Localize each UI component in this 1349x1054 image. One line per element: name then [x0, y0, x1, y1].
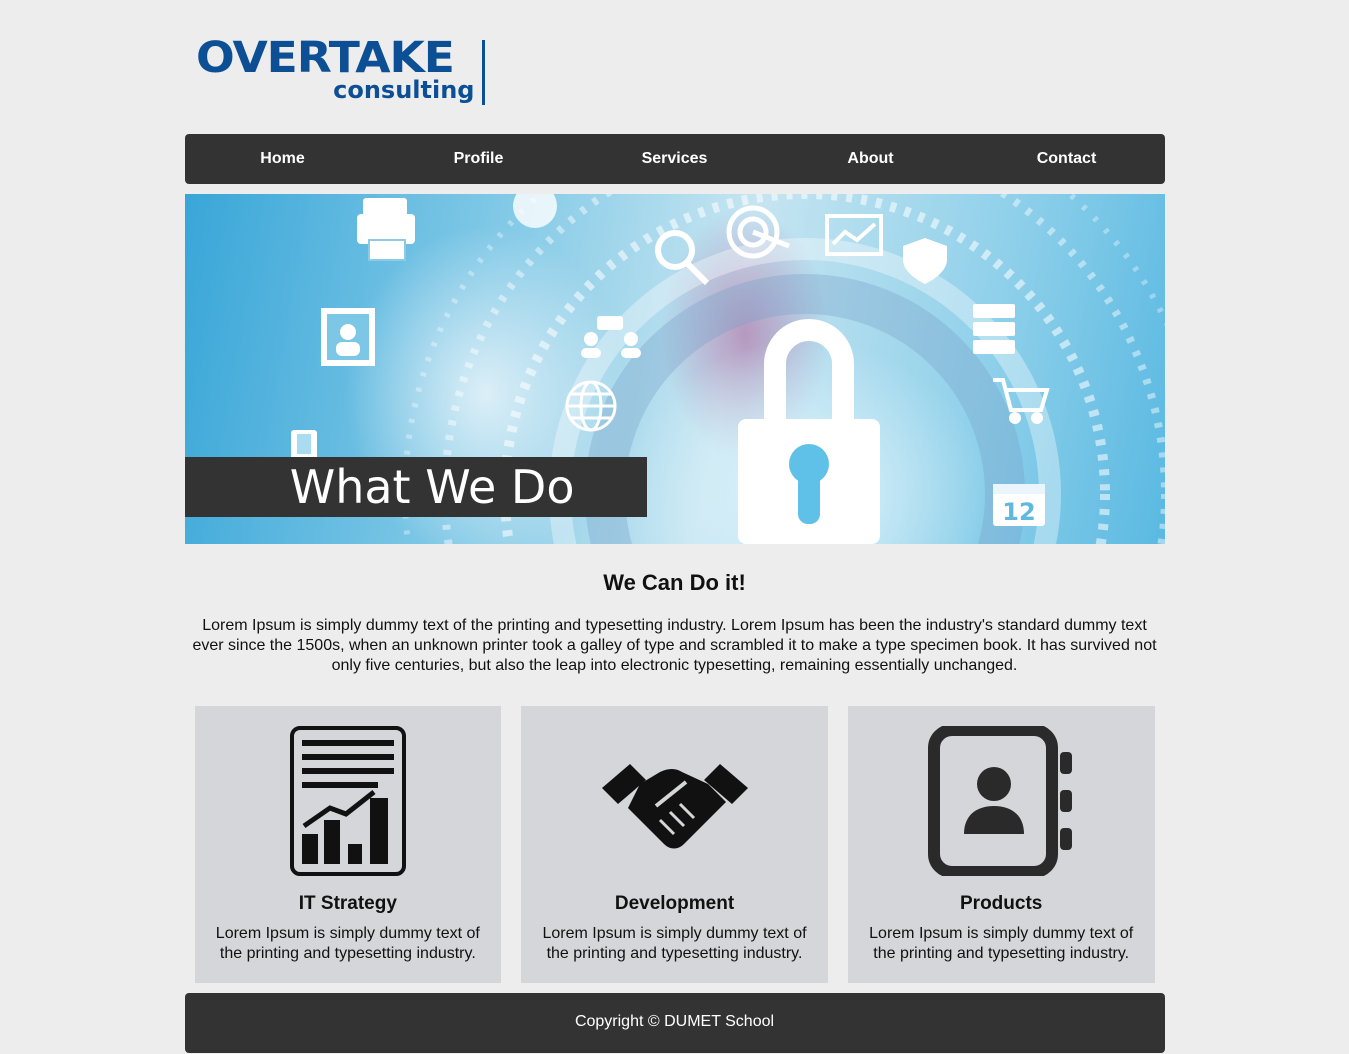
logo-subtitle: consulting: [333, 76, 475, 104]
service-cards: IT Strategy Lorem Ipsum is simply dummy …: [194, 706, 1155, 983]
svg-text:12: 12: [1002, 498, 1035, 526]
section-heading: We Can Do it!: [603, 570, 746, 595]
nav-services[interactable]: Services: [577, 134, 773, 184]
card-products: Products Lorem Ipsum is simply dummy tex…: [847, 706, 1155, 983]
card-text: Lorem Ipsum is simply dummy text of the …: [542, 925, 807, 962]
report-chart-icon: [195, 726, 502, 876]
page-container: OVERTAKE consulting Home Profile Service…: [184, 0, 1165, 1053]
card-it-strategy: IT Strategy Lorem Ipsum is simply dummy …: [194, 706, 502, 983]
padlock-icon: [737, 319, 880, 544]
card-title: IT Strategy: [298, 893, 397, 914]
card-title: Products: [960, 893, 1043, 914]
site-footer: Copyright © DUMET School: [184, 993, 1165, 1053]
copyright-text: Copyright © DUMET School: [574, 1013, 775, 1030]
card-text: Lorem Ipsum is simply dummy text of the …: [869, 925, 1134, 962]
hero-title: What We Do: [184, 457, 647, 517]
nav-profile[interactable]: Profile: [381, 134, 577, 184]
card-title: Development: [614, 893, 735, 914]
server-icon: [972, 304, 1015, 354]
nav-contact[interactable]: Contact: [969, 134, 1165, 184]
printer-icon: [356, 198, 415, 261]
logo-divider: [481, 40, 485, 105]
handshake-icon: [521, 726, 828, 876]
nav-home[interactable]: Home: [185, 134, 381, 184]
card-development: Development Lorem Ipsum is simply dummy …: [521, 706, 828, 983]
calendar-icon: 12: [992, 484, 1045, 526]
phone-icon: [290, 430, 317, 460]
main-nav: Home Profile Services About Contact: [184, 134, 1165, 184]
site-logo[interactable]: OVERTAKE consulting: [185, 0, 1165, 134]
profile-photo-icon: [320, 308, 375, 366]
nav-about[interactable]: About: [773, 134, 969, 184]
card-text: Lorem Ipsum is simply dummy text of the …: [215, 925, 480, 962]
intro-paragraph: Lorem Ipsum is simply dummy text of the …: [192, 617, 1157, 674]
hero-banner: 12 What We Do: [184, 194, 1165, 544]
contact-book-icon: [848, 726, 1155, 876]
